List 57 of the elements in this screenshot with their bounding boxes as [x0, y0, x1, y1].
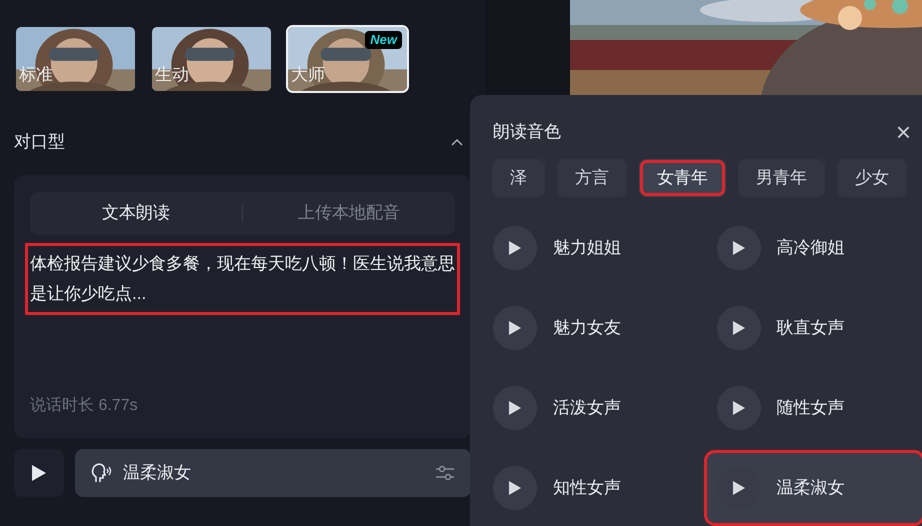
tab[interactable]: 上传本地配音 — [243, 192, 455, 234]
play-button[interactable] — [716, 226, 760, 270]
preset-thumbnail[interactable]: 标准 — [14, 25, 137, 93]
category-tab[interactable]: 泽 — [492, 159, 545, 197]
caret-icon[interactable] — [451, 138, 463, 146]
voice-name: 温柔淑女 — [123, 462, 192, 484]
voice-option[interactable]: 随性女声 — [706, 373, 922, 443]
category-tab[interactable]: 方言 — [557, 159, 627, 197]
voice-name: 活泼女声 — [553, 397, 621, 420]
settings-sliders-icon[interactable] — [435, 464, 455, 482]
play-icon — [732, 480, 746, 496]
tab[interactable]: 文本朗读 — [30, 192, 242, 234]
category-tab[interactable]: 女青年 — [639, 159, 726, 197]
voice-option[interactable]: 知性女声 — [483, 453, 698, 523]
voice-name: 温柔淑女 — [776, 477, 844, 500]
play-icon — [732, 400, 746, 416]
voice-name: 魅力女友 — [553, 317, 621, 340]
play-button[interactable] — [493, 466, 537, 510]
voice-option[interactable]: 活泼女声 — [483, 373, 698, 443]
voice-option[interactable]: 高冷御姐 — [706, 213, 922, 283]
voice-name: 耿直女声 — [776, 317, 844, 340]
voice-option[interactable]: 魅力姐姐 — [483, 213, 698, 283]
voice-name: 知性女声 — [553, 477, 621, 500]
voice-name: 魅力姐姐 — [553, 237, 621, 260]
play-button[interactable] — [493, 226, 537, 270]
play-button[interactable] — [493, 306, 537, 350]
play-icon — [508, 480, 522, 496]
panel-title: 朗读音色 — [493, 121, 561, 144]
play-button[interactable] — [716, 306, 760, 350]
close-button[interactable]: × — [896, 119, 911, 145]
play-icon — [732, 320, 746, 336]
preset-label: 大师 — [291, 64, 325, 86]
script-text[interactable]: 体检报告建议少食多餐，现在每天吃八顿！医生说我意思是让你少吃点... — [28, 246, 457, 312]
voice-name: 随性女声 — [776, 397, 844, 420]
play-button[interactable] — [716, 386, 760, 430]
voice-option[interactable]: 温柔淑女 — [706, 453, 922, 523]
preset-label: 标准 — [19, 64, 53, 86]
play-icon — [31, 464, 47, 482]
section-title: 对口型 — [14, 131, 65, 153]
speaking-head-icon — [91, 462, 113, 482]
preset-label: 生动 — [155, 64, 189, 86]
duration-label: 说话时长 6.77s — [30, 396, 139, 416]
voice-option[interactable]: 耿直女声 — [706, 293, 922, 363]
play-button[interactable] — [493, 386, 537, 430]
preset-thumbnail[interactable]: 生动 — [150, 25, 273, 93]
voice-name: 高冷御姐 — [776, 237, 844, 260]
category-tab[interactable]: 少女 — [837, 159, 907, 197]
play-icon — [508, 400, 522, 416]
voice-selector[interactable]: 温柔淑女 — [75, 448, 471, 496]
play-icon — [508, 240, 522, 256]
voice-option[interactable]: 魅力女友 — [483, 293, 698, 363]
new-badge: New — [365, 31, 402, 49]
category-tab[interactable]: 男青年 — [738, 159, 825, 197]
play-icon — [508, 320, 522, 336]
preset-thumbnail[interactable]: 大师 New — [286, 25, 409, 93]
play-icon — [732, 240, 746, 256]
play-button[interactable] — [14, 448, 64, 496]
